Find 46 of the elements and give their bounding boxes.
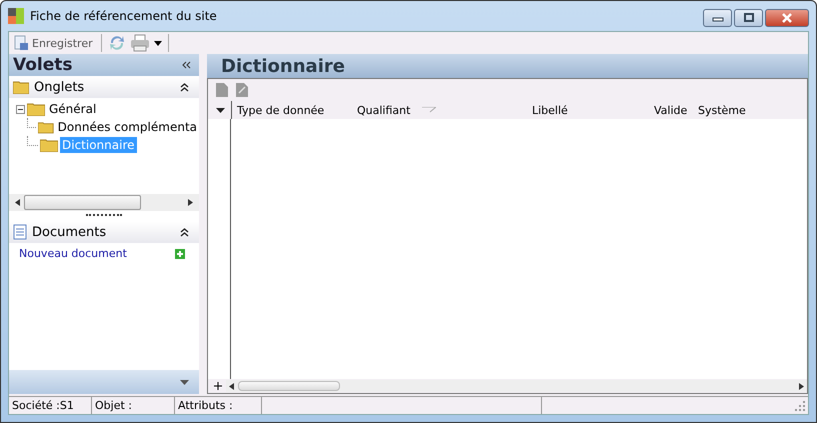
status-field: Objet : [92,397,175,414]
maximize-button[interactable] [734,9,763,27]
column-header[interactable]: Valide [654,104,688,116]
column-header[interactable]: Libellé [532,104,568,116]
status-field: Société :S1 [9,397,92,414]
horizontal-scrollbar[interactable] [226,380,807,392]
add-row-icon[interactable] [214,382,222,390]
save-button[interactable]: Enregistrer [11,35,95,51]
close-icon [781,13,793,23]
scroll-right-icon[interactable] [799,382,804,390]
new-document-link[interactable]: Nouveau document [19,247,127,260]
tree-item[interactable]: Général [47,101,98,117]
maximize-icon [742,13,754,23]
panel-title: Dictionnaire [221,56,345,76]
document-icon [13,224,27,240]
folder-icon [13,80,29,94]
section-title: Onglets [34,80,86,94]
column-header[interactable]: Système [698,104,746,116]
tree-item[interactable]: Données complémenta [56,119,199,135]
close-button[interactable] [765,9,809,27]
collapse-icon[interactable] [182,61,191,69]
splitter-grip[interactable] [86,214,122,218]
scroll-right-icon[interactable] [188,199,193,206]
section-title: Documents [32,224,108,240]
window-title: Fiche de référencement du site [30,9,217,23]
column-header[interactable]: Type de donnée [237,104,324,116]
resize-grip-icon[interactable] [795,400,805,410]
status-field: Attributs : [175,397,262,414]
add-icon[interactable] [175,248,185,258]
folder-icon [40,138,58,152]
dropdown-caret-icon[interactable] [154,40,162,46]
menu-caret-icon[interactable] [216,108,225,112]
column-header[interactable]: Qualifiant [357,104,410,116]
horizontal-scrollbar[interactable] [9,194,199,211]
folder-icon [38,120,54,134]
chevron-icon[interactable] [180,82,189,92]
minimize-button[interactable] [703,9,732,27]
app-icon [8,8,24,24]
chevron-icon[interactable] [180,228,189,236]
folder-icon [27,102,45,116]
panel-title: Volets [13,55,73,75]
scroll-left-icon[interactable] [229,382,234,390]
scroll-left-icon[interactable] [15,199,20,206]
save-icon [13,35,29,51]
caret-icon[interactable] [180,380,189,384]
expander-icon[interactable] [16,104,25,114]
